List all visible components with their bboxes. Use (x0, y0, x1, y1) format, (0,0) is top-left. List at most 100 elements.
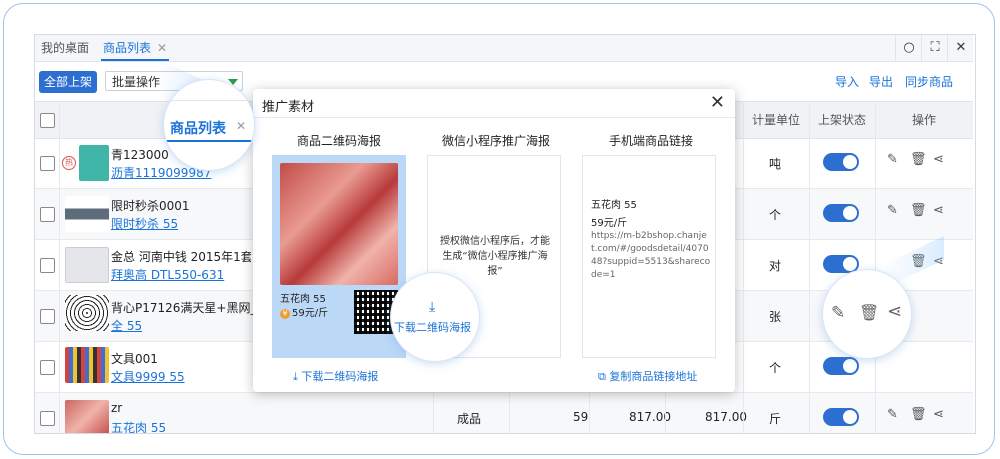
copy-link-label: 复制商品链接地址 (609, 370, 698, 383)
fullscreen-icon[interactable]: ⛶ (921, 35, 948, 61)
product-name: 金总 河南中钱 2015年1套司熊猫 (111, 250, 251, 264)
download-poster-label: 下载二维码海报 (301, 370, 379, 383)
column-divider (809, 101, 810, 433)
shelf-toggle[interactable] (823, 153, 859, 171)
poster-product-name: 五花肉 55 (280, 294, 326, 305)
trash-icon[interactable]: 🗑 (910, 407, 927, 422)
product-thumbnail (65, 247, 109, 283)
product-name: 限时秒杀0001 (111, 199, 190, 213)
column-divider (743, 101, 744, 433)
share-icon: ⋖ (887, 301, 903, 322)
unit-cell: 个 (769, 208, 782, 222)
modal-title: 推广素材 (262, 100, 315, 115)
import-link[interactable]: 导入 (835, 73, 859, 90)
poster-product-price: ¥59元/斤 (280, 304, 328, 319)
close-icon[interactable]: ✕ (710, 92, 725, 113)
header-status: 上架状态 (817, 113, 866, 127)
tab-bar: 我的桌面 商品列表 ✕ ○ ⛶ ✕ (35, 35, 973, 62)
tab-product-list[interactable]: 商品列表 ✕ (101, 35, 170, 61)
trash-icon[interactable]: 🗑 (910, 152, 927, 167)
copy-icon: ⧉ (598, 370, 606, 383)
trash-icon[interactable]: 🗑 (910, 203, 927, 218)
yen-icon: ¥ (280, 309, 290, 319)
product-link[interactable]: 拜奥高 DTL550-631 (111, 266, 224, 283)
row-checkbox[interactable] (40, 156, 55, 171)
shelf-toggle[interactable] (823, 357, 859, 375)
product-link[interactable]: 五花肉 55 (111, 419, 166, 433)
close-icon[interactable]: ✕ (157, 41, 167, 55)
edit-icon[interactable]: ✎ (887, 407, 898, 422)
tab-label: 我的桌面 (41, 41, 90, 55)
hot-badge-icon: 热 (62, 156, 76, 170)
product-name: 文具001 (111, 352, 158, 366)
magnifier-actions: ✎ 🗑 ⋖ (823, 270, 911, 358)
header-actions: 操作 (911, 113, 936, 127)
product-thumbnail (65, 400, 109, 433)
select-all-checkbox[interactable] (40, 113, 55, 128)
qr-poster-preview: 五花肉 55 ¥59元/斤 (272, 155, 406, 358)
screenshot-frame: 我的桌面 商品列表 ✕ ○ ⛶ ✕ 全部上架 批量操作 导入 导出 同步商品 计量… (3, 3, 995, 455)
type-cell: 成品 (457, 412, 482, 426)
magnifier-tab-underline (164, 140, 254, 142)
edit-icon[interactable]: ✎ (887, 152, 898, 167)
shelf-all-button[interactable]: 全部上架 (39, 71, 97, 93)
trash-icon: 🗑 (859, 303, 880, 322)
promotion-modal: 推广素材 ✕ 商品二维码海报 微信小程序推广海报 手机端商品链接 五花肉 55 … (253, 89, 735, 392)
product-thumbnail (65, 347, 109, 383)
shelf-toggle[interactable] (823, 204, 859, 222)
edit-icon: ✎ (831, 303, 846, 323)
mobile-link-heading: 手机端商品链接 (608, 134, 693, 148)
select-value: 批量操作 (112, 75, 161, 89)
column-divider (59, 101, 60, 433)
product-thumbnail (65, 196, 109, 232)
product-link[interactable]: 文具9999 55 (111, 368, 185, 385)
magnifier-download: ⤓ 下载二维码海报 (391, 273, 479, 361)
row-checkbox[interactable] (40, 258, 55, 273)
row-checkbox[interactable] (40, 207, 55, 222)
modal-divider (253, 117, 735, 118)
close-icon[interactable]: ✕ (947, 35, 974, 61)
row-checkbox[interactable] (40, 309, 55, 324)
magnifier-download-label: 下载二维码海报 (394, 321, 471, 334)
unit-cell: 张 (769, 310, 782, 324)
mobile-link-preview: 五花肉 55 59元/斤 https://m-b2bshop.chanjet.c… (582, 155, 716, 358)
magnifier-divider (164, 100, 254, 101)
download-icon: ⤓ (293, 370, 298, 383)
search-icon[interactable]: ○ (895, 35, 922, 61)
product-url: https://m-b2bshop.chanjet.com/#/goodsdet… (591, 231, 711, 280)
product-image (280, 163, 398, 285)
qr-poster-heading: 商品二维码海报 (296, 134, 381, 148)
product-thumbnail (65, 295, 109, 331)
column-divider (875, 101, 876, 433)
magnifier-tab-label: 商品列表 (170, 121, 226, 137)
unit-cell: 斤 (769, 412, 782, 426)
product-link[interactable]: 限时秒杀 55 (111, 215, 178, 232)
unit-cell: 对 (769, 259, 782, 273)
row-checkbox[interactable] (40, 360, 55, 375)
qty-cell: 59 (573, 410, 589, 424)
row-checkbox[interactable] (40, 411, 55, 426)
product-name: zr (111, 401, 123, 415)
poster-price-text: 59元/斤 (292, 308, 329, 319)
table-row: zr 五花肉 55 成品 59 817.00 817.00 斤 ✎ 🗑 ⋖ (35, 393, 973, 433)
product-name: 青123000 (111, 148, 169, 162)
tab-desktop[interactable]: 我的桌面 (41, 35, 89, 61)
sync-products-link[interactable]: 同步商品 (905, 73, 953, 90)
share-icon[interactable]: ⋖ (933, 152, 944, 167)
header-unit: 计量单位 (751, 113, 800, 127)
share-icon[interactable]: ⋖ (933, 407, 944, 422)
wx-authorize-notice: 授权微信小程序后，才能生成“微信小程序推广海报” (440, 236, 550, 277)
download-icon: ⤓ (429, 299, 436, 315)
link-product-name: 五花肉 55 (591, 200, 637, 211)
shelf-toggle[interactable] (823, 408, 859, 426)
product-link[interactable]: 全 55 (111, 317, 142, 334)
copy-link-button[interactable]: ⧉ 复制商品链接地址 (598, 368, 697, 384)
download-poster-link[interactable]: ⤓ 下载二维码海报 (293, 368, 378, 384)
unit-cell: 吨 (769, 157, 782, 171)
edit-icon[interactable]: ✎ (887, 203, 898, 218)
product-thumbnail (79, 145, 109, 181)
shelf-toggle[interactable] (823, 255, 859, 273)
tab-label: 商品列表 (103, 41, 152, 55)
export-link[interactable]: 导出 (869, 73, 893, 90)
share-icon[interactable]: ⋖ (933, 203, 944, 218)
